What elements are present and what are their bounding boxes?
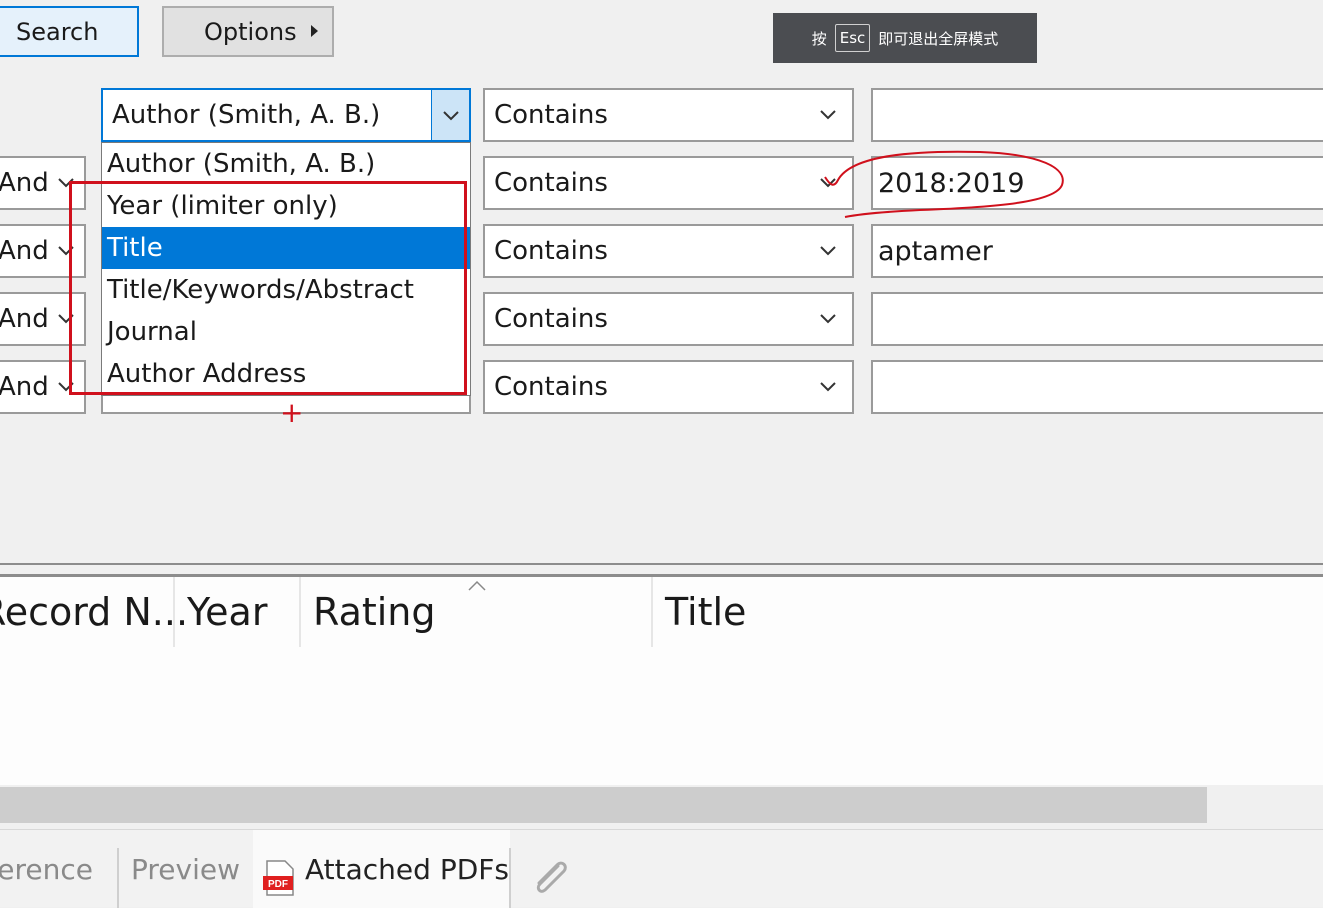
options-button[interactable]: Options	[162, 6, 334, 57]
boolean-value: And	[0, 236, 49, 266]
field-select-value: Author (Smith, A. B.)	[112, 100, 381, 130]
tab-label: Attached PDFs	[305, 852, 509, 886]
column-divider[interactable]	[173, 577, 175, 647]
boolean-value: And	[0, 304, 49, 334]
field-select-row-1[interactable]: Author (Smith, A. B.)	[101, 88, 471, 142]
column-divider[interactable]	[651, 577, 653, 647]
chevron-down-icon	[58, 178, 74, 188]
condition-value: Contains	[494, 372, 608, 402]
chevron-down-icon	[820, 314, 836, 324]
esc-key: Esc	[834, 24, 871, 52]
chevron-down-icon	[58, 382, 74, 392]
search-term-input-row-2[interactable]: 2018:2019	[871, 156, 1323, 210]
fullscreen-exit-hint: 按 Esc 即可退出全屏模式	[773, 13, 1037, 63]
dropdown-option[interactable]: Journal	[102, 311, 470, 353]
search-term-input-row-3[interactable]: aptamer	[871, 224, 1323, 278]
tab-label: Preview	[131, 852, 240, 886]
chevron-down-icon	[820, 246, 836, 256]
dropdown-option[interactable]: Year (limiter only)	[102, 185, 470, 227]
scrollbar-thumb[interactable]	[0, 787, 1207, 823]
chevron-down-icon	[820, 178, 836, 188]
dropdown-button[interactable]	[431, 90, 469, 140]
condition-select-row-3[interactable]: Contains	[483, 224, 854, 278]
boolean-select-row-3[interactable]: And	[0, 224, 86, 278]
search-button-label: Search	[16, 17, 99, 46]
tab-preview[interactable]: Preview	[131, 830, 240, 908]
pdf-file-icon: PDF	[263, 860, 294, 896]
field-dropdown-list[interactable]: Author (Smith, A. B.) Year (limiter only…	[101, 142, 471, 396]
tab-attached-pdfs[interactable]: PDF Attached PDFs	[253, 830, 510, 908]
search-term-value: aptamer	[878, 235, 993, 267]
search-term-input-row-5[interactable]	[871, 360, 1323, 414]
condition-select-row-2[interactable]: Contains	[483, 156, 854, 210]
options-button-label: Options	[204, 17, 297, 46]
boolean-select-row-5[interactable]: And	[0, 360, 86, 414]
sort-ascending-icon	[468, 580, 486, 591]
results-list[interactable]: Record N... Year Rating Title	[0, 577, 1323, 785]
condition-value: Contains	[494, 304, 608, 334]
column-header-title[interactable]: Title	[665, 577, 746, 647]
horizontal-scrollbar[interactable]	[0, 785, 1323, 825]
boolean-value: And	[0, 168, 49, 198]
tab-reference[interactable]: Reference	[0, 830, 93, 908]
hint-prefix: 按	[811, 29, 827, 48]
triangle-right-icon	[311, 25, 318, 37]
boolean-select-row-2[interactable]: And	[0, 156, 86, 210]
svg-text:PDF: PDF	[268, 879, 288, 890]
search-button[interactable]: Search	[0, 6, 139, 57]
chevron-down-icon	[820, 110, 836, 120]
column-header-year[interactable]: Year	[187, 577, 267, 647]
column-header-record-number[interactable]: Record N...	[0, 577, 188, 647]
chevron-down-icon	[58, 246, 74, 256]
boolean-select-row-4[interactable]: And	[0, 292, 86, 346]
chevron-down-icon	[58, 314, 74, 324]
search-term-input-row-1[interactable]	[871, 88, 1323, 142]
chevron-down-icon	[820, 382, 836, 392]
condition-select-row-1[interactable]: Contains	[483, 88, 854, 142]
chevron-down-icon	[443, 111, 459, 121]
search-term-input-row-4[interactable]	[871, 292, 1323, 346]
dropdown-option-selected[interactable]: Title	[102, 227, 470, 269]
tab-divider	[509, 848, 511, 908]
column-header-rating[interactable]: Rating	[313, 577, 436, 647]
tab-divider	[117, 848, 119, 908]
hint-suffix: 即可退出全屏模式	[878, 29, 999, 48]
condition-select-row-4[interactable]: Contains	[483, 292, 854, 346]
pane-splitter[interactable]	[0, 563, 1323, 577]
dropdown-option[interactable]: Author Address	[102, 353, 470, 395]
condition-select-row-5[interactable]: Contains	[483, 360, 854, 414]
plus-cursor-icon: +	[280, 396, 304, 429]
dropdown-option[interactable]: Title/Keywords/Abstract	[102, 269, 470, 311]
search-term-value: 2018:2019	[878, 167, 1025, 199]
condition-value: Contains	[494, 100, 608, 130]
paperclip-icon[interactable]	[528, 856, 574, 902]
column-divider[interactable]	[299, 577, 301, 647]
bottom-tab-bar: Reference Preview PDF Attached PDFs	[0, 829, 1323, 908]
tab-label: Reference	[0, 852, 93, 886]
boolean-value: And	[0, 372, 49, 402]
condition-value: Contains	[494, 168, 608, 198]
condition-value: Contains	[494, 236, 608, 266]
dropdown-option[interactable]: Author (Smith, A. B.)	[102, 143, 470, 185]
